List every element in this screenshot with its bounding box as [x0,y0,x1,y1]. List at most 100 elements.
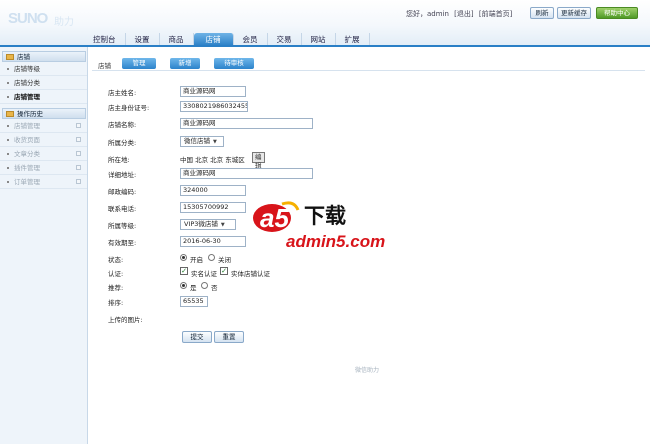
field-label: 认证: [108,270,124,278]
add-button[interactable]: 新增 [170,58,200,69]
field-label: 详细地址: [108,171,137,179]
history-icon [6,111,14,117]
shop-name-input[interactable]: 商业源码网 [180,118,313,129]
expiry-input[interactable]: 2016-06-30 [180,236,246,247]
sidebar-item-label: 收货页面 [14,136,40,144]
logout-link[interactable]: [退出] [454,10,473,18]
bullet-icon [7,82,9,84]
zipcode-input[interactable]: 324000 [180,185,246,196]
nav-divider [0,45,650,47]
phone-input[interactable]: 15305700992 [180,202,246,213]
status-closed-radio[interactable] [208,254,215,261]
sidebar-item-label: 文章分类 [14,150,40,158]
bullet-icon [7,181,9,183]
radio-label: 关闭 [218,256,231,264]
welcome-bar: 您好，admin [退出] [前端首页] [406,9,515,19]
content-toolbar: 店铺 管理 新增 待审核 [92,56,645,71]
recommend-no-radio[interactable] [201,282,208,289]
radio-label: 否 [211,284,218,292]
remove-icon[interactable] [76,137,81,142]
a5-watermark-logo: a5 下载 admin5.com [253,201,385,251]
pending-review-button[interactable]: 待审核 [214,58,254,69]
region-edit-button[interactable]: 编辑 [252,152,265,170]
logo: SUNO 助力 [8,10,100,28]
sidebar-item-history[interactable]: 文章分类 [0,147,87,161]
sidebar-item-label: 店铺管理 [14,93,40,101]
field-label: 所属分类: [108,139,137,147]
grade-select[interactable]: VIP3微店铺 ▼ [180,219,236,230]
sidebar-item-label: 店铺等级 [14,65,40,73]
field-label: 上传的图片: [108,316,143,324]
manage-button[interactable]: 管理 [122,58,156,69]
help-center-button[interactable]: 帮助中心 [596,7,638,19]
checkbox-label: 实名认证 [191,270,217,278]
recommend-yes-radio[interactable] [180,282,187,289]
sidebar-item-history[interactable]: 订单管理 [0,175,87,189]
remove-icon[interactable] [76,165,81,170]
sidebar-item-label: 插件管理 [14,164,40,172]
watermark-cn: 下载 [304,204,346,228]
bullet-icon [7,167,9,169]
field-label: 店主身份证号: [108,104,150,112]
store-verify-checkbox[interactable]: ✓ [220,267,228,275]
sidebar: 店铺 店铺等级 店铺分类 店铺管理 操作历史 店铺管理 收货页面 文章分类 插件… [0,47,88,444]
footer-text: 微信助力 [355,367,380,374]
remove-icon[interactable] [76,123,81,128]
bullet-icon [7,153,9,155]
sidebar-section-label: 操作历史 [17,110,43,118]
sidebar-section-shop[interactable]: 店铺 [2,51,86,62]
sidebar-item-shop-grade[interactable]: 店铺等级 [0,62,87,76]
sidebar-item-history[interactable]: 插件管理 [0,161,87,175]
sidebar-section-label: 店铺 [17,53,30,61]
field-label: 邮政编码: [108,188,137,196]
address-input[interactable]: 商业源码网 [180,168,313,179]
field-label: 所属等级: [108,222,137,230]
field-label: 状态: [108,256,124,264]
folder-icon [6,54,14,60]
welcome-text: 您好，admin [406,10,449,18]
field-label: 店铺名称: [108,121,137,129]
sort-input[interactable]: 65535 [180,296,208,307]
realname-verify-checkbox[interactable]: ✓ [180,267,188,275]
field-label: 所在地: [108,156,130,164]
field-label: 推荐: [108,284,124,292]
refresh-button[interactable]: 刷新 [530,7,554,19]
sidebar-item-shop-manage[interactable]: 店铺管理 [0,90,87,104]
category-select[interactable]: 微信店铺 ▼ [180,136,224,147]
reset-button[interactable]: 重置 [214,331,244,343]
update-cache-button[interactable]: 更新缓存 [557,7,591,19]
logo-text: SUNO [8,10,48,27]
bullet-icon [7,125,9,127]
radio-label: 开启 [190,256,203,264]
owner-id-input[interactable]: 330802198603245517 [180,101,248,112]
sidebar-item-history[interactable]: 收货页面 [0,133,87,147]
field-label: 联系电话: [108,205,137,213]
sidebar-item-label: 订单管理 [14,178,40,186]
sidebar-item-shop-category[interactable]: 店铺分类 [0,76,87,90]
sidebar-section-history[interactable]: 操作历史 [2,108,86,119]
select-value: VIP3微店铺 [184,220,218,228]
chevron-down-icon: ▼ [213,139,217,145]
toolbar-label: 店铺 [98,62,111,70]
logo-suffix: 助力 [54,17,74,28]
sidebar-item-label: 店铺分类 [14,79,40,87]
status-open-radio[interactable] [180,254,187,261]
bullet-icon [7,68,9,70]
bullet-icon [7,139,9,141]
watermark-brand: a5 [260,203,289,233]
watermark-site: admin5.com [286,232,385,251]
frontpage-link[interactable]: [前端首页] [479,10,512,18]
field-label: 有效期至: [108,239,137,247]
remove-icon[interactable] [76,179,81,184]
checkbox-label: 实体店铺认证 [231,270,270,278]
sidebar-item-history[interactable]: 店铺管理 [0,119,87,133]
submit-button[interactable]: 提交 [182,331,212,343]
sidebar-item-label: 店铺管理 [14,122,40,130]
remove-icon[interactable] [76,151,81,156]
select-value: 微信店铺 [184,137,210,145]
bullet-icon [7,96,9,98]
field-label: 排序: [108,299,124,307]
chevron-down-icon: ▼ [220,222,225,228]
owner-name-input[interactable]: 商业源码网 [180,86,246,97]
field-label: 店主姓名: [108,89,137,97]
